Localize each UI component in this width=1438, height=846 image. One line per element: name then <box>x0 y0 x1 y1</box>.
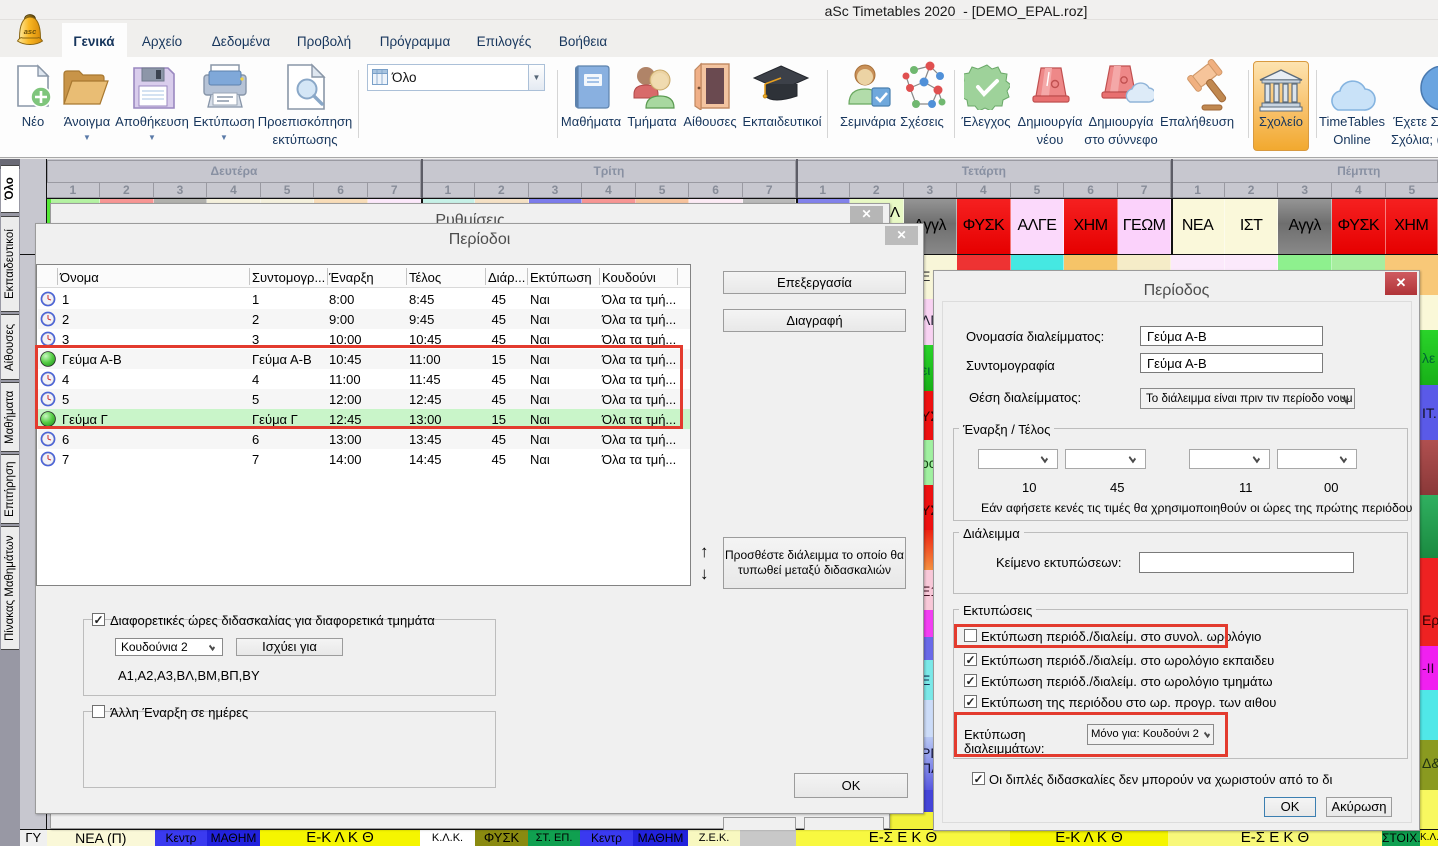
svg-text:asc: asc <box>24 27 37 36</box>
